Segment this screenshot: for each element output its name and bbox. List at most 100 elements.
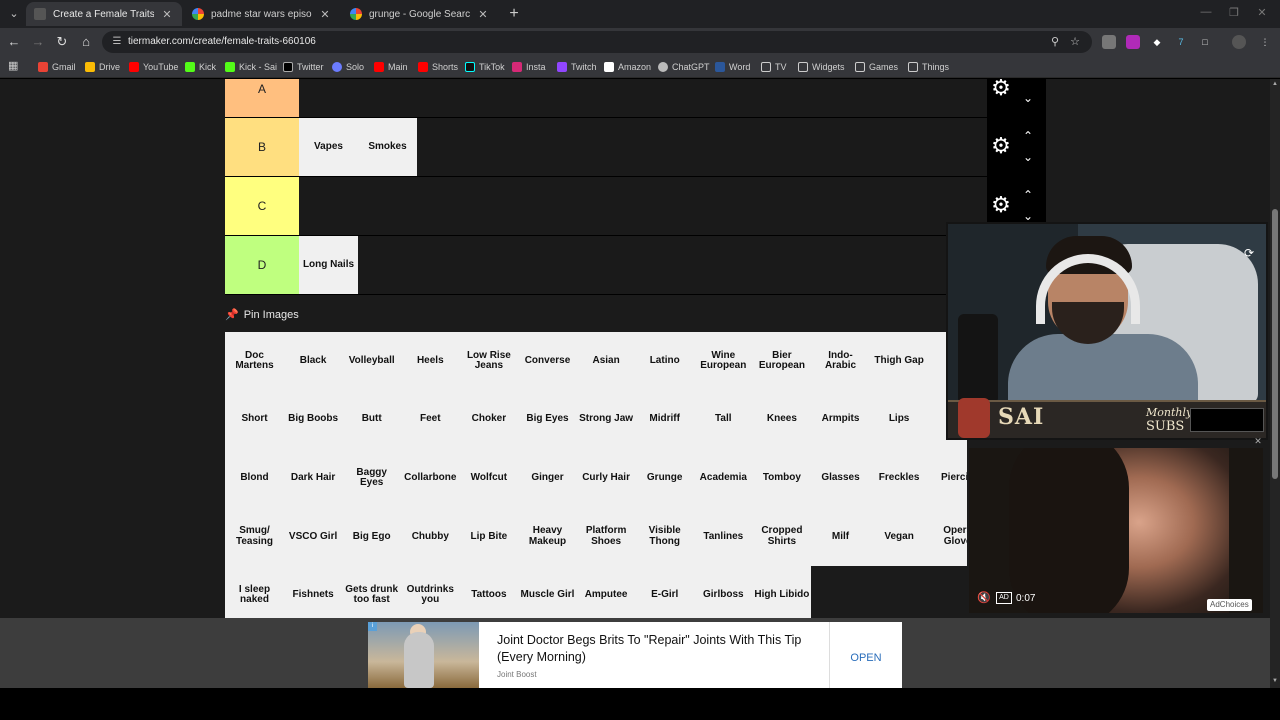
pool-item[interactable]: Cropped Shirts bbox=[752, 508, 811, 566]
pool-item[interactable]: Freckles bbox=[870, 449, 929, 507]
pool-item[interactable]: Big Boobs bbox=[284, 391, 343, 449]
move-down-icon[interactable]: ⌄ bbox=[1021, 151, 1035, 163]
pool-item[interactable]: Blond bbox=[225, 449, 284, 507]
bookmark-star-icon[interactable]: ☆ bbox=[1068, 35, 1082, 49]
pool-item[interactable]: High Libido bbox=[752, 566, 811, 624]
bookmark-kick[interactable]: Kick bbox=[185, 59, 216, 75]
tab-grunge-search[interactable]: grunge - Google Search ✕ bbox=[342, 2, 498, 26]
pool-item[interactable]: Knees bbox=[752, 391, 811, 449]
bookmark-folder-things[interactable]: Things bbox=[908, 59, 949, 75]
bookmark-twitch[interactable]: Twitch bbox=[557, 59, 597, 75]
pool-item[interactable]: Curly Hair bbox=[577, 449, 636, 507]
pool-item[interactable]: Volleyball bbox=[342, 332, 401, 390]
pool-item[interactable]: Piercin bbox=[928, 449, 967, 507]
pool-item[interactable]: Outdrinks you bbox=[401, 566, 460, 624]
bookmark-insta[interactable]: Insta bbox=[512, 59, 546, 75]
pool-item[interactable]: Big Eyes bbox=[518, 391, 577, 449]
pool-item[interactable]: Tattoos bbox=[459, 566, 518, 624]
pool-item[interactable]: Doc Martens bbox=[225, 332, 284, 390]
pool-item[interactable]: Glasses bbox=[811, 449, 870, 507]
scroll-up-icon[interactable]: ▲ bbox=[1270, 81, 1280, 87]
extension-icon[interactable] bbox=[1102, 35, 1116, 49]
pool-item[interactable]: Latino bbox=[635, 332, 694, 390]
move-up-icon[interactable]: ⌃ bbox=[1021, 79, 1035, 85]
pool-item[interactable]: Chubby bbox=[401, 508, 460, 566]
tier-label[interactable]: B bbox=[225, 118, 299, 176]
pool-item[interactable]: Tall bbox=[694, 391, 753, 449]
pool-item[interactable]: Platform Shoes bbox=[577, 508, 636, 566]
home-icon[interactable]: ⌂ bbox=[76, 32, 96, 52]
pool-item[interactable]: Collarbone bbox=[401, 449, 460, 507]
bookmark-youtube[interactable]: YouTube bbox=[129, 59, 178, 75]
tier-label[interactable]: C bbox=[225, 177, 299, 235]
bookmark-amazon[interactable]: Amazon bbox=[604, 59, 651, 75]
settings-gear-icon[interactable]: ⚙ bbox=[990, 194, 1012, 216]
pool-item[interactable]: Ginger bbox=[518, 449, 577, 507]
ad-headline[interactable]: Joint Doctor Begs Brits To "Repair" Join… bbox=[497, 632, 817, 666]
pool-item[interactable]: Thigh Gap bbox=[870, 332, 929, 390]
tab-search-icon[interactable]: ⌄ bbox=[4, 4, 24, 24]
pool-item[interactable]: Big Ego bbox=[342, 508, 401, 566]
pool-item[interactable]: Feet bbox=[401, 391, 460, 449]
bookmark-kick-sai[interactable]: Kick - Sai bbox=[225, 59, 277, 75]
move-up-icon[interactable]: ⌃ bbox=[1021, 130, 1035, 142]
site-info-icon[interactable]: ☰ bbox=[110, 35, 124, 49]
pool-item[interactable]: Heavy Makeup bbox=[518, 508, 577, 566]
tier-dropzone[interactable]: Vapes Smokes bbox=[299, 118, 417, 176]
extension-icon[interactable]: 7 bbox=[1174, 35, 1188, 49]
scroll-down-icon[interactable]: ▼ bbox=[1270, 678, 1280, 684]
back-arrow-icon[interactable]: ← bbox=[4, 32, 24, 52]
tier-label[interactable]: D bbox=[225, 236, 299, 294]
bookmark-twitter[interactable]: Twitter bbox=[283, 59, 324, 75]
pool-item[interactable]: Asian bbox=[577, 332, 636, 390]
bookmark-solo[interactable]: Solo bbox=[332, 59, 364, 75]
pool-item[interactable]: Grunge bbox=[635, 449, 694, 507]
close-icon[interactable]: ✕ bbox=[318, 8, 332, 21]
ad-open-button[interactable]: OPEN bbox=[838, 652, 894, 664]
bookmark-chatgpt[interactable]: ChatGPT bbox=[658, 59, 710, 75]
adchoices-link[interactable]: AdChoices bbox=[1207, 599, 1252, 611]
pool-item[interactable]: Vegan bbox=[870, 508, 929, 566]
reload-icon[interactable]: ↻ bbox=[52, 32, 72, 52]
pool-item[interactable]: Girlboss bbox=[694, 566, 753, 624]
tier-item-smokes[interactable]: Smokes bbox=[358, 118, 417, 176]
pool-item[interactable]: Tomboy bbox=[752, 449, 811, 507]
pool-item[interactable]: Wine European bbox=[694, 332, 753, 390]
move-down-icon[interactable]: ⌄ bbox=[1021, 210, 1035, 222]
pool-item[interactable]: Baggy Eyes bbox=[342, 449, 401, 507]
pool-item[interactable]: Gets drunk too fast bbox=[342, 566, 401, 624]
pool-item[interactable]: Short bbox=[225, 391, 284, 449]
pool-item[interactable]: Indo-Arabic bbox=[811, 332, 870, 390]
pin-images-toggle[interactable]: 📌 Pin Images bbox=[225, 308, 299, 322]
bookmark-folder-games[interactable]: Games bbox=[855, 59, 898, 75]
muted-speaker-icon[interactable]: 🔇 bbox=[977, 591, 991, 604]
pool-item[interactable]: Amputee bbox=[577, 566, 636, 624]
tier-label[interactable]: A bbox=[225, 79, 299, 117]
move-up-icon[interactable]: ⌃ bbox=[1021, 189, 1035, 201]
close-icon[interactable]: ✕ bbox=[160, 8, 174, 21]
bookmark-main[interactable]: Main bbox=[374, 59, 408, 75]
extension-icon[interactable] bbox=[1126, 35, 1140, 49]
pool-item[interactable]: Dark Hair bbox=[284, 449, 343, 507]
pool-item[interactable]: VSCO Girl bbox=[284, 508, 343, 566]
bookmark-folder-tv[interactable]: TV bbox=[761, 59, 787, 75]
pool-item[interactable]: Visible Thong bbox=[635, 508, 694, 566]
settings-gear-icon[interactable]: ⚙ bbox=[990, 79, 1012, 99]
pool-item[interactable]: Heels bbox=[401, 332, 460, 390]
bookmark-folder-widgets[interactable]: Widgets bbox=[798, 59, 845, 75]
new-tab-button[interactable]: + bbox=[504, 4, 524, 24]
bookmark-tiktok[interactable]: TikTok bbox=[465, 59, 505, 75]
pool-item[interactable]: Tanlines bbox=[694, 508, 753, 566]
profile-avatar-icon[interactable] bbox=[1232, 35, 1246, 49]
pool-item[interactable]: Academia bbox=[694, 449, 753, 507]
pool-item[interactable]: Lip Bite bbox=[459, 508, 518, 566]
pool-item[interactable]: Lips bbox=[870, 391, 929, 449]
ad-info-icon[interactable]: i bbox=[368, 622, 377, 631]
video-ad-player[interactable]: 🔇 AD 0:07 AdChoices bbox=[969, 448, 1263, 613]
move-down-icon[interactable]: ⌄ bbox=[1021, 92, 1035, 104]
pool-item[interactable]: Fishnets bbox=[284, 566, 343, 624]
pool-item[interactable]: Opera Glove bbox=[928, 508, 967, 566]
extension-diamond-icon[interactable]: ◆ bbox=[1150, 35, 1164, 49]
tier-dropzone[interactable]: Long Nails bbox=[299, 236, 358, 294]
zoom-icon[interactable]: ⚲ bbox=[1048, 35, 1062, 49]
